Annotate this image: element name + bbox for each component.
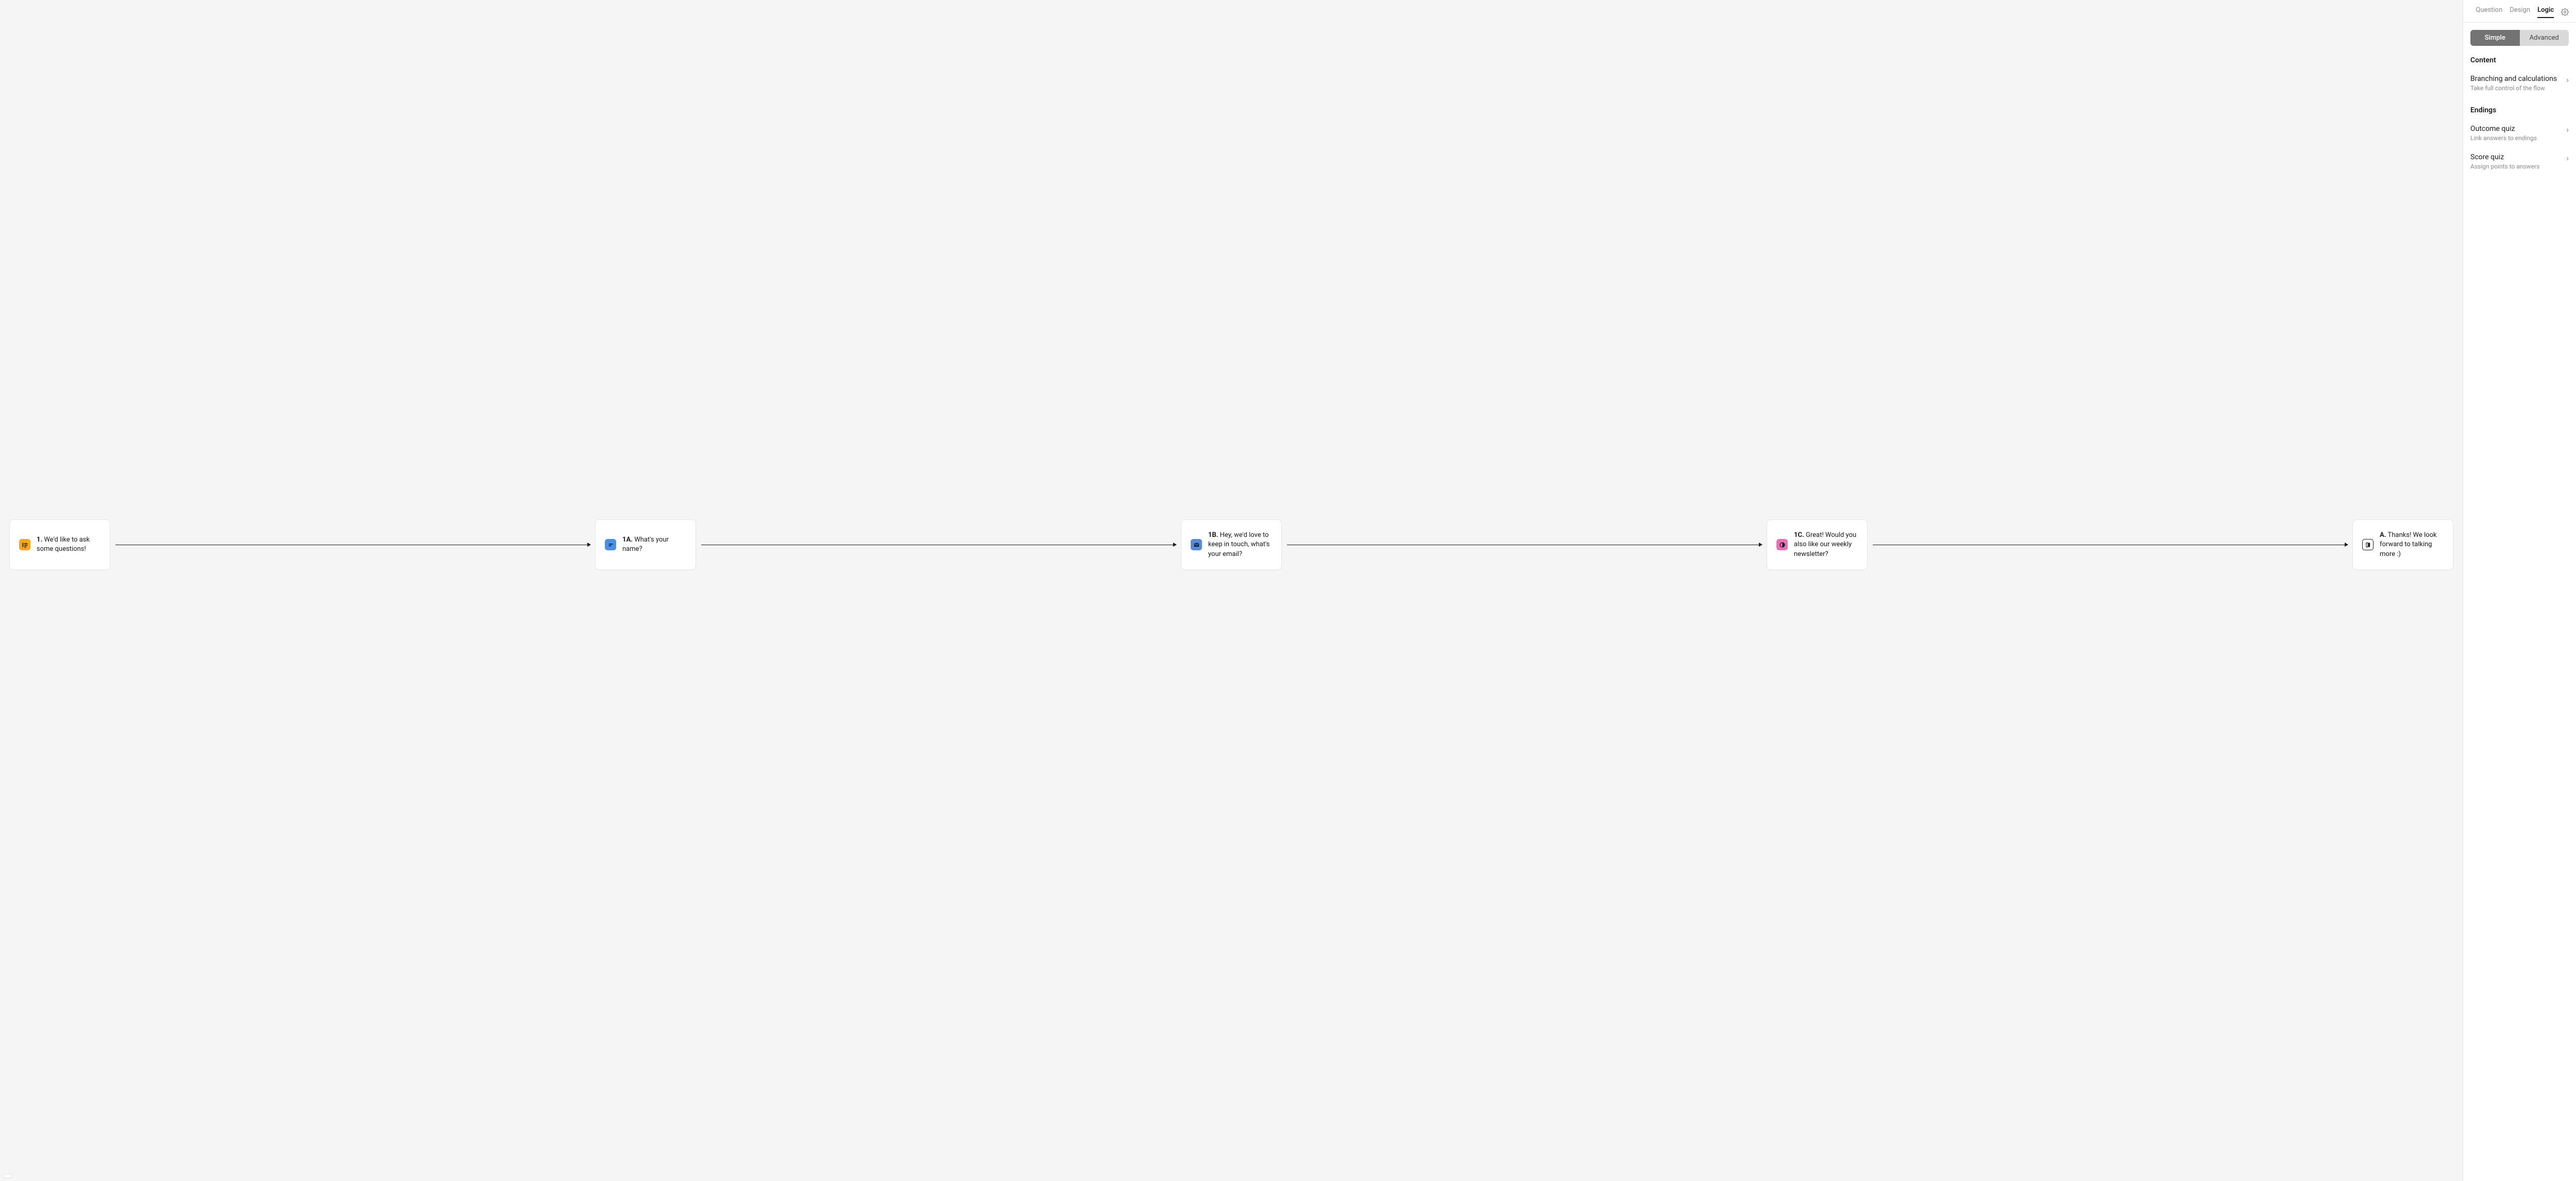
tab-logic[interactable]: Logic xyxy=(2537,6,2554,18)
gear-icon[interactable] xyxy=(2561,8,2569,16)
flow-node-1[interactable]: 1. We'd like to ask some questions! xyxy=(9,519,110,570)
flow-row: 1. We'd like to ask some questions! 1A. … xyxy=(9,519,2453,570)
item-label: Outcome quiz xyxy=(2470,125,2561,133)
chevron-right-icon: › xyxy=(2566,76,2569,84)
flow-arrow xyxy=(1870,542,2350,547)
email-icon xyxy=(1191,539,1202,550)
item-label: Branching and calculations xyxy=(2470,75,2561,83)
node-label: 1C. Great! Would you also like our weekl… xyxy=(1794,531,1858,559)
node-label: 1B. Hey, we'd love to keep in touch, wha… xyxy=(1208,531,1272,559)
zoom-control-stub[interactable] xyxy=(3,1174,12,1178)
item-outcome-quiz[interactable]: Outcome quiz Link answers to endings › xyxy=(2463,120,2576,148)
flow-node-1c[interactable]: 1C. Great! Would you also like our weekl… xyxy=(1767,519,1868,570)
tab-design[interactable]: Design xyxy=(2510,6,2530,18)
flow-node-a[interactable]: A. Thanks! We look forward to talking mo… xyxy=(2352,519,2453,570)
chevron-right-icon: › xyxy=(2566,154,2569,162)
right-sidebar: Question Design Logic Simple Advanced Co… xyxy=(2463,0,2576,1181)
logic-canvas[interactable]: 1. We'd like to ask some questions! 1A. … xyxy=(0,0,2463,1181)
flow-arrow xyxy=(698,542,1179,547)
mode-segmented-control: Simple Advanced xyxy=(2470,30,2569,46)
short-text-icon xyxy=(605,539,616,550)
tab-question[interactable]: Question xyxy=(2476,6,2503,18)
item-desc: Link answers to endings xyxy=(2470,134,2561,142)
item-branching[interactable]: Branching and calculations Take full con… xyxy=(2463,70,2576,98)
section-content-title: Content xyxy=(2463,54,2576,70)
flow-node-1a[interactable]: 1A. What's your name? xyxy=(595,519,696,570)
item-desc: Assign points to answers xyxy=(2470,163,2561,170)
flow-arrow xyxy=(112,542,593,547)
ending-icon xyxy=(2362,539,2374,550)
welcome-screen-icon xyxy=(19,539,30,550)
section-endings-title: Endings xyxy=(2463,104,2576,120)
item-score-quiz[interactable]: Score quiz Assign points to answers › xyxy=(2463,148,2576,176)
flow-node-1b[interactable]: 1B. Hey, we'd love to keep in touch, wha… xyxy=(1181,519,1282,570)
chevron-right-icon: › xyxy=(2566,126,2569,134)
node-label: 1. We'd like to ask some questions! xyxy=(37,535,100,554)
item-label: Score quiz xyxy=(2470,153,2561,161)
sidebar-tabs: Question Design Logic xyxy=(2463,0,2576,23)
item-desc: Take full control of the flow xyxy=(2470,85,2561,92)
segment-advanced[interactable]: Advanced xyxy=(2520,30,2569,46)
node-label: A. Thanks! We look forward to talking mo… xyxy=(2380,531,2444,559)
yes-no-icon xyxy=(1776,539,1788,550)
flow-arrow xyxy=(1284,542,1765,547)
segment-simple[interactable]: Simple xyxy=(2470,30,2520,46)
node-label: 1A. What's your name? xyxy=(622,535,686,554)
